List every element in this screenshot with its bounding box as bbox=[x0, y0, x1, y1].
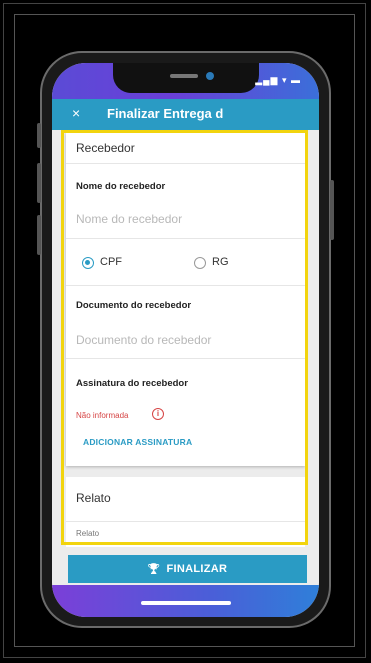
recebedor-section-title: Recebedor bbox=[76, 141, 135, 155]
assinatura-recebedor-label: Assinatura do recebedor bbox=[76, 378, 188, 389]
side-button-volume-up bbox=[37, 163, 41, 203]
side-button-volume-down bbox=[37, 215, 41, 255]
close-icon[interactable]: × bbox=[72, 105, 80, 121]
cpf-radio[interactable] bbox=[82, 257, 94, 269]
rg-radio[interactable] bbox=[194, 257, 206, 269]
nome-recebedor-label: Nome do recebedor bbox=[76, 181, 166, 192]
home-indicator[interactable] bbox=[141, 601, 231, 605]
side-button-mute bbox=[37, 123, 41, 148]
divider bbox=[66, 521, 305, 522]
divider bbox=[66, 358, 305, 359]
add-signature-button[interactable]: ADICIONAR ASSINATURA bbox=[83, 437, 192, 447]
page-title: Finalizar Entrega d bbox=[107, 106, 224, 121]
info-icon[interactable]: i bbox=[152, 408, 164, 420]
app-bar: × Finalizar Entrega d bbox=[52, 99, 319, 130]
finalize-button[interactable]: 🏆 FINALIZAR bbox=[68, 555, 307, 583]
documento-recebedor-input[interactable]: Documento do recebedor bbox=[76, 333, 211, 347]
signal-wifi-battery-icon: ▂▄▆ ▾ ▬ bbox=[255, 75, 301, 85]
assinatura-status: Não informada bbox=[76, 411, 129, 420]
rg-radio-label[interactable]: RG bbox=[212, 256, 229, 268]
phone-screen: ▂▄▆ ▾ ▬ × Finalizar Entrega d Recebedor … bbox=[52, 63, 319, 617]
relato-field-label[interactable]: Relato bbox=[76, 529, 99, 538]
documento-recebedor-label: Documento do recebedor bbox=[76, 300, 192, 311]
finalize-label: FINALIZAR bbox=[166, 563, 228, 575]
status-bar: ▂▄▆ ▾ ▬ bbox=[52, 63, 319, 99]
relato-card: Relato Relato bbox=[66, 477, 305, 547]
recebedor-card: Recebedor Nome do recebedor Nome do rece… bbox=[66, 133, 305, 466]
speaker-grille bbox=[170, 74, 198, 78]
relato-section-title: Relato bbox=[76, 491, 111, 505]
cpf-radio-label[interactable]: CPF bbox=[100, 256, 122, 268]
nome-recebedor-input[interactable]: Nome do recebedor bbox=[76, 212, 182, 226]
camera-dot bbox=[206, 72, 214, 80]
trophy-icon: 🏆 bbox=[147, 564, 161, 575]
divider bbox=[66, 163, 305, 164]
divider bbox=[66, 285, 305, 286]
side-button-power bbox=[330, 180, 334, 240]
notch bbox=[113, 63, 259, 93]
divider bbox=[66, 238, 305, 239]
